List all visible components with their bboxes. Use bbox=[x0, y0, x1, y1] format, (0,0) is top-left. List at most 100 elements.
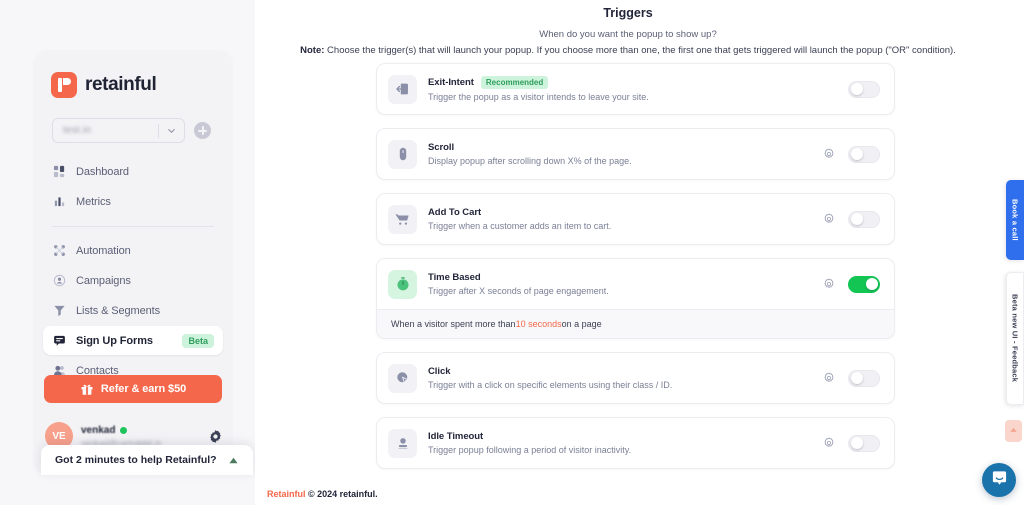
trigger-main-row: Idle Timeout Trigger popup following a p… bbox=[377, 418, 894, 468]
gear-icon[interactable] bbox=[823, 372, 835, 384]
trigger-toggle[interactable] bbox=[848, 210, 880, 228]
campaigns-icon bbox=[52, 273, 67, 288]
detail-prefix: When a visitor spent more than bbox=[391, 319, 516, 329]
sidebar-item-metrics[interactable]: Metrics bbox=[43, 187, 223, 216]
trigger-title: Click bbox=[428, 366, 451, 377]
trigger-title-row: Scroll bbox=[428, 142, 632, 153]
gear-icon[interactable] bbox=[823, 437, 835, 449]
page-note-text: Choose the trigger(s) that will launch y… bbox=[324, 45, 956, 56]
trigger-detail-time-based: When a visitor spent more than 10 second… bbox=[377, 309, 894, 338]
sidebar-item-label: Campaigns bbox=[76, 274, 131, 287]
page-note-label: Note: bbox=[300, 45, 325, 56]
refer-and-earn-button[interactable]: Refer & earn $50 bbox=[44, 375, 222, 403]
trigger-toggle[interactable] bbox=[848, 434, 880, 452]
mouse-icon bbox=[388, 139, 417, 169]
automation-icon bbox=[52, 243, 67, 258]
trigger-title: Add To Cart bbox=[428, 207, 482, 218]
toggle-knob bbox=[851, 148, 863, 160]
trigger-title: Idle Timeout bbox=[428, 431, 484, 442]
trigger-toggle[interactable] bbox=[848, 145, 880, 163]
trigger-card-scroll: Scroll Display popup after scrolling dow… bbox=[376, 128, 895, 180]
survey-toast-text: Got 2 minutes to help Retainful? bbox=[55, 454, 217, 466]
footer-brand[interactable]: Retainful bbox=[267, 489, 306, 499]
footer: Retainful © 2024 retainful. bbox=[267, 489, 378, 499]
sidebar-item-label: Metrics bbox=[76, 195, 111, 208]
cart-icon bbox=[388, 204, 417, 234]
main-content: Triggers When do you want the popup to s… bbox=[255, 0, 1001, 505]
trigger-toggle[interactable] bbox=[848, 275, 880, 293]
recommended-badge: Recommended bbox=[480, 76, 549, 89]
trigger-text: Time Based Trigger after X seconds of pa… bbox=[428, 272, 609, 296]
app-root: retainful test.in Dashboard Metrics Auto… bbox=[0, 0, 1024, 505]
sidebar-item-automation[interactable]: Automation bbox=[43, 236, 223, 265]
caret-up-icon[interactable] bbox=[228, 456, 239, 465]
trigger-actions bbox=[823, 275, 880, 293]
trigger-title: Exit-Intent bbox=[428, 77, 474, 88]
brand: retainful bbox=[33, 68, 233, 102]
scroll-to-top-button[interactable] bbox=[1005, 420, 1022, 442]
trigger-title-row: Click bbox=[428, 366, 672, 377]
sidebar: retainful test.in Dashboard Metrics Auto… bbox=[33, 50, 253, 475]
retainful-logo-icon bbox=[51, 72, 77, 98]
trigger-text: Add To Cart Trigger when a customer adds… bbox=[428, 207, 611, 231]
trigger-main-row: Scroll Display popup after scrolling dow… bbox=[377, 129, 894, 179]
sidebar-nav: Dashboard Metrics Automation Campaigns L… bbox=[33, 157, 233, 385]
gear-icon[interactable] bbox=[823, 213, 835, 225]
trigger-actions bbox=[848, 80, 880, 98]
intercom-chat-button[interactable] bbox=[982, 463, 1016, 497]
sidebar-item-sign-up-forms[interactable]: Sign Up Forms Beta bbox=[43, 326, 223, 355]
click-cursor-icon bbox=[388, 363, 417, 393]
trigger-title-row: Add To Cart bbox=[428, 207, 611, 218]
sidebar-item-dashboard[interactable]: Dashboard bbox=[43, 157, 223, 186]
stopwatch-icon bbox=[388, 269, 417, 299]
trigger-description: Display popup after scrolling down X% of… bbox=[428, 156, 632, 166]
trigger-description: Trigger when a customer adds an item to … bbox=[428, 221, 612, 231]
user-name-row: venkad bbox=[81, 425, 161, 436]
intercom-chat-icon bbox=[991, 469, 1008, 491]
trigger-description: Trigger with a click on specific element… bbox=[428, 380, 673, 390]
trigger-toggle[interactable] bbox=[848, 369, 880, 387]
survey-toast[interactable]: Got 2 minutes to help Retainful? bbox=[41, 445, 253, 475]
chevron-down-icon bbox=[159, 126, 184, 135]
user-name: venkad bbox=[81, 424, 116, 436]
trigger-text: Exit-Intent Recommended Trigger the popu… bbox=[428, 76, 649, 102]
trigger-main-row: Click Trigger with a click on specific e… bbox=[377, 353, 894, 403]
nav-group-primary: Dashboard Metrics bbox=[33, 157, 233, 216]
trigger-title: Scroll bbox=[428, 142, 455, 153]
store-select[interactable]: test.in bbox=[52, 118, 185, 143]
trigger-card-idle-timeout: Idle Timeout Trigger popup following a p… bbox=[376, 417, 895, 469]
sign-up-forms-icon bbox=[52, 333, 67, 348]
gear-icon[interactable] bbox=[823, 278, 835, 290]
sidebar-item-campaigns[interactable]: Campaigns bbox=[43, 266, 223, 295]
book-a-call-tab[interactable]: Book a call bbox=[1006, 180, 1024, 260]
sidebar-item-label: Automation bbox=[76, 244, 131, 257]
toggle-knob bbox=[851, 437, 863, 449]
trigger-title: Time Based bbox=[428, 272, 481, 283]
trigger-card-add-to-cart: Add To Cart Trigger when a customer adds… bbox=[376, 193, 895, 245]
sidebar-item-label: Sign Up Forms bbox=[76, 334, 153, 347]
lists-segments-icon bbox=[52, 303, 67, 318]
toggle-knob bbox=[851, 213, 863, 225]
detail-value[interactable]: 10 seconds bbox=[516, 319, 562, 329]
trigger-description: Trigger after X seconds of page engageme… bbox=[428, 286, 609, 296]
book-a-call-label: Book a call bbox=[1010, 199, 1020, 241]
trigger-card-click: Click Trigger with a click on specific e… bbox=[376, 352, 895, 404]
gear-icon[interactable] bbox=[823, 148, 835, 160]
page-subtitle: When do you want the popup to show up? bbox=[539, 29, 717, 40]
beta-feedback-tab[interactable]: Beta new UI - Feedback bbox=[1006, 272, 1024, 405]
detail-suffix: on a page bbox=[561, 319, 602, 329]
trigger-actions bbox=[823, 369, 880, 387]
gear-icon[interactable] bbox=[208, 429, 223, 444]
add-store-button[interactable] bbox=[194, 122, 211, 139]
trigger-actions bbox=[823, 210, 880, 228]
trigger-card-time-based: Time Based Trigger after X seconds of pa… bbox=[376, 258, 895, 339]
gift-icon bbox=[80, 382, 94, 396]
trigger-main-row: Exit-Intent Recommended Trigger the popu… bbox=[377, 64, 894, 114]
trigger-text: Idle Timeout Trigger popup following a p… bbox=[428, 431, 631, 455]
trigger-title-row: Exit-Intent Recommended bbox=[428, 76, 649, 89]
trigger-toggle[interactable] bbox=[848, 80, 880, 98]
sidebar-item-lists-segments[interactable]: Lists & Segments bbox=[43, 296, 223, 325]
arrow-up-icon bbox=[1009, 422, 1018, 440]
beta-badge: Beta bbox=[182, 333, 214, 348]
trigger-main-row: Add To Cart Trigger when a customer adds… bbox=[377, 194, 894, 244]
